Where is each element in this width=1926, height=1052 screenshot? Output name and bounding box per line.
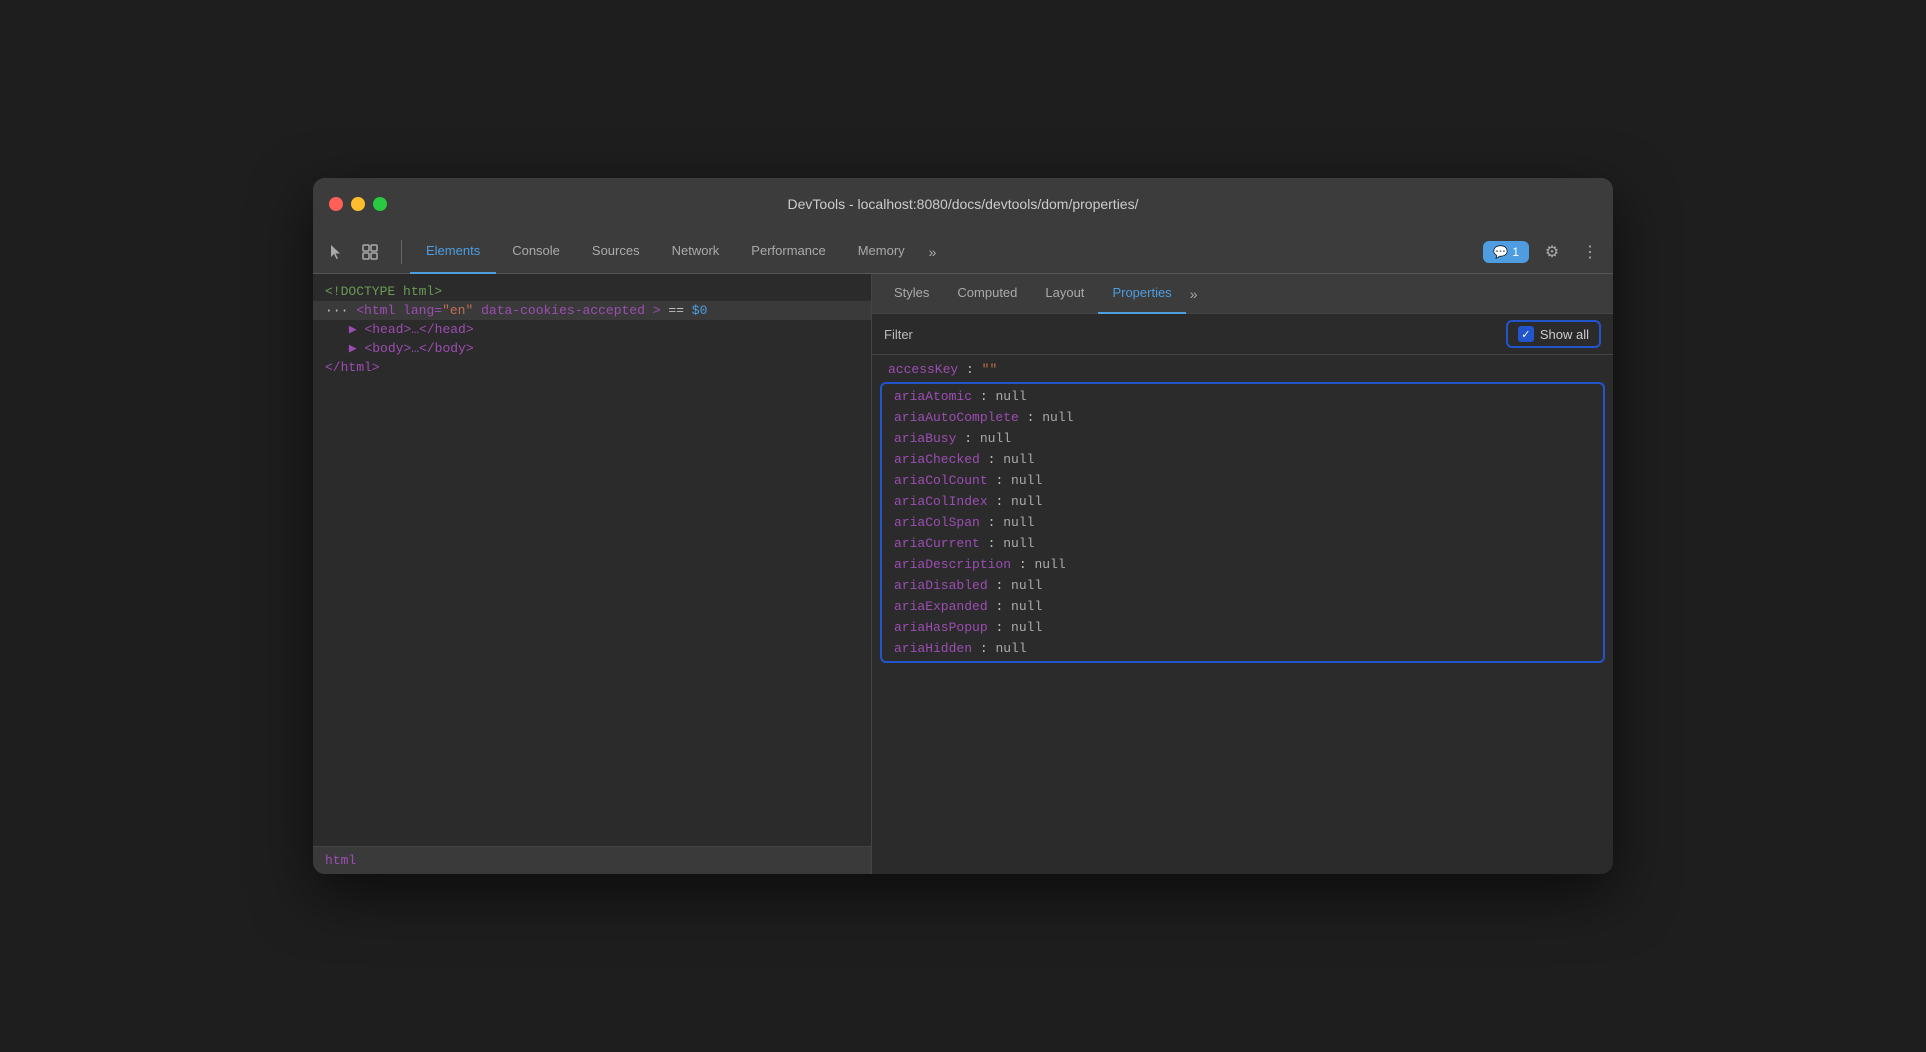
tab-styles[interactable]: Styles: [880, 274, 943, 314]
more-props-tabs-icon[interactable]: »: [1190, 286, 1198, 302]
dom-tree[interactable]: <!DOCTYPE html> ··· <html lang="en" data…: [313, 274, 871, 846]
cursor-icon[interactable]: [321, 237, 351, 267]
ariaHasPopup-prop: ariaHasPopup : null: [882, 617, 1603, 638]
tab-sources[interactable]: Sources: [576, 230, 656, 274]
filter-bar: Filter ✓ Show all: [872, 314, 1613, 355]
tabbar-right: 💬 1 ⚙ ⋮: [1483, 237, 1605, 267]
tab-divider: [401, 240, 402, 264]
devtools-window: DevTools - localhost:8080/docs/devtools/…: [313, 178, 1613, 874]
tab-layout[interactable]: Layout: [1031, 274, 1098, 314]
aria-props-group: ariaAtomic : null ariaAutoComplete : nul…: [880, 382, 1605, 663]
close-button[interactable]: [329, 197, 343, 211]
ariaBusy-prop: ariaBusy : null: [882, 428, 1603, 449]
main-area: <!DOCTYPE html> ··· <html lang="en" data…: [313, 274, 1613, 874]
tab-network[interactable]: Network: [656, 230, 736, 274]
maximize-button[interactable]: [373, 197, 387, 211]
doctype-line: <!DOCTYPE html>: [313, 282, 871, 301]
html-open-tag: <html: [356, 303, 395, 318]
window-title: DevTools - localhost:8080/docs/devtools/…: [788, 196, 1139, 212]
properties-content[interactable]: accessKey : "" ariaAtomic : null ariaAut…: [872, 355, 1613, 874]
ariaChecked-prop: ariaChecked : null: [882, 449, 1603, 470]
tab-computed[interactable]: Computed: [943, 274, 1031, 314]
layers-icon[interactable]: [355, 237, 385, 267]
doctype-text: <!DOCTYPE html>: [325, 284, 442, 299]
ariaDisabled-prop: ariaDisabled : null: [882, 575, 1603, 596]
tab-console[interactable]: Console: [496, 230, 576, 274]
filter-label: Filter: [884, 327, 1506, 342]
dom-panel: <!DOCTYPE html> ··· <html lang="en" data…: [313, 274, 872, 874]
body-element-line[interactable]: ▶ <body>…</body>: [313, 339, 871, 358]
tab-memory[interactable]: Memory: [842, 230, 921, 274]
more-tabs-icon[interactable]: »: [921, 244, 945, 260]
ariaColSpan-prop: ariaColSpan : null: [882, 512, 1603, 533]
tab-properties[interactable]: Properties: [1098, 274, 1185, 314]
ariaAutoComplete-prop: ariaAutoComplete : null: [882, 407, 1603, 428]
show-all-label[interactable]: Show all: [1540, 327, 1589, 342]
messages-badge-button[interactable]: 💬 1: [1483, 241, 1529, 263]
ariaDescription-prop: ariaDescription : null: [882, 554, 1603, 575]
tab-elements[interactable]: Elements: [410, 230, 496, 274]
show-all-container: ✓ Show all: [1506, 320, 1601, 348]
traffic-lights: [329, 197, 387, 211]
html-close-line: </html>: [313, 358, 871, 377]
props-tabbar: Styles Computed Layout Properties »: [872, 274, 1613, 314]
ariaHidden-prop: ariaHidden : null: [882, 638, 1603, 659]
html-element-line[interactable]: ··· <html lang="en" data-cookies-accepte…: [313, 301, 871, 320]
titlebar: DevTools - localhost:8080/docs/devtools/…: [313, 178, 1613, 230]
tab-performance[interactable]: Performance: [735, 230, 841, 274]
chat-icon: 💬: [1493, 245, 1508, 259]
toolbar-icons: [321, 237, 385, 267]
devtools-tabbar: Elements Console Sources Network Perform…: [313, 230, 1613, 274]
ariaColCount-prop: ariaColCount : null: [882, 470, 1603, 491]
ariaCurrent-prop: ariaCurrent : null: [882, 533, 1603, 554]
show-all-checkbox[interactable]: ✓: [1518, 326, 1534, 342]
more-options-icon[interactable]: ⋮: [1575, 237, 1605, 267]
settings-icon[interactable]: ⚙: [1537, 237, 1567, 267]
head-element-line[interactable]: ▶ <head>…</head>: [313, 320, 871, 339]
ariaExpanded-prop: ariaExpanded : null: [882, 596, 1603, 617]
minimize-button[interactable]: [351, 197, 365, 211]
breadcrumb: html: [313, 846, 871, 874]
accesskey-prop: accessKey : "": [872, 359, 1613, 380]
ariaColIndex-prop: ariaColIndex : null: [882, 491, 1603, 512]
ariaAtomic-prop: ariaAtomic : null: [882, 386, 1603, 407]
properties-panel: Styles Computed Layout Properties » Filt…: [872, 274, 1613, 874]
